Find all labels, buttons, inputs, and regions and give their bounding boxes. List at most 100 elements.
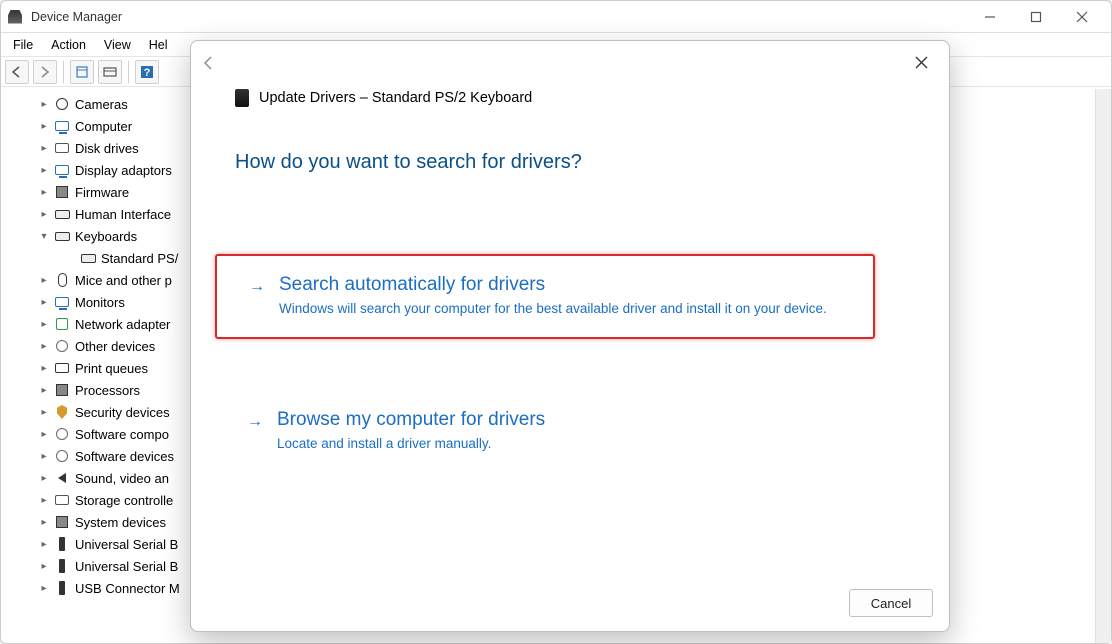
toolbar-separator xyxy=(128,61,129,83)
tree-item-label: Universal Serial B xyxy=(75,537,178,552)
close-button[interactable] xyxy=(1059,2,1105,32)
option-title: Browse my computer for drivers xyxy=(277,409,545,431)
dialog-title: Update Drivers – Standard PS/2 Keyboard xyxy=(259,90,532,106)
chevron-icon[interactable]: ▸ xyxy=(37,209,51,220)
usb-icon xyxy=(53,557,71,575)
chevron-icon[interactable]: ▾ xyxy=(37,231,51,242)
toolbar-properties-button[interactable] xyxy=(70,60,94,84)
storage-icon xyxy=(53,491,71,509)
tree-item-label: Monitors xyxy=(75,295,125,310)
chevron-icon[interactable]: ▸ xyxy=(37,319,51,330)
menu-action[interactable]: Action xyxy=(43,36,94,54)
tree-item-label: System devices xyxy=(75,515,166,530)
monitor-icon xyxy=(53,161,71,179)
printer-icon xyxy=(53,359,71,377)
chip-icon xyxy=(53,381,71,399)
chevron-icon[interactable]: ▸ xyxy=(37,99,51,110)
tree-item-label: Print queues xyxy=(75,361,148,376)
tree-item-label: Universal Serial B xyxy=(75,559,178,574)
tree-item-label: Cameras xyxy=(75,97,128,112)
tree-item-label: Standard PS/ xyxy=(101,251,178,266)
chevron-icon[interactable]: ▸ xyxy=(37,473,51,484)
keyboard-icon xyxy=(79,249,97,267)
toolbar-back-button[interactable] xyxy=(5,60,29,84)
chevron-icon[interactable]: ▸ xyxy=(37,385,51,396)
tree-item-label: Storage controlle xyxy=(75,493,173,508)
chevron-icon[interactable]: ▸ xyxy=(37,187,51,198)
chevron-icon[interactable]: ▸ xyxy=(37,561,51,572)
chevron-icon[interactable]: ▸ xyxy=(37,143,51,154)
option-description: Locate and install a driver manually. xyxy=(277,435,545,454)
vertical-scrollbar[interactable] xyxy=(1095,89,1111,643)
tree-item-label: Human Interface xyxy=(75,207,171,222)
tree-item-label: Disk drives xyxy=(75,141,139,156)
dialog-header xyxy=(191,41,949,89)
arrow-right-icon: → xyxy=(249,274,265,300)
update-drivers-dialog: Update Drivers – Standard PS/2 Keyboard … xyxy=(190,40,950,632)
chevron-icon[interactable]: ▸ xyxy=(37,517,51,528)
tree-item-label: Other devices xyxy=(75,339,155,354)
tree-item-label: Processors xyxy=(75,383,140,398)
app-icon xyxy=(7,9,23,25)
minimize-button[interactable] xyxy=(967,2,1013,32)
other-icon xyxy=(53,337,71,355)
camera-icon xyxy=(53,95,71,113)
hid-icon xyxy=(53,205,71,223)
svg-text:?: ? xyxy=(144,67,151,79)
tree-item-label: Software devices xyxy=(75,449,174,464)
tree-item-label: Display adaptors xyxy=(75,163,172,178)
dialog-footer: Cancel xyxy=(849,589,933,617)
toolbar-separator xyxy=(63,61,64,83)
arrow-right-icon: → xyxy=(247,409,263,435)
chevron-icon[interactable]: ▸ xyxy=(37,407,51,418)
option-title: Search automatically for drivers xyxy=(279,274,827,296)
tree-item-label: Computer xyxy=(75,119,132,134)
menu-file[interactable]: File xyxy=(5,36,41,54)
monitor-icon xyxy=(53,293,71,311)
system-icon xyxy=(53,513,71,531)
chevron-icon[interactable]: ▸ xyxy=(37,451,51,462)
dialog-close-button[interactable] xyxy=(901,47,941,77)
cancel-button[interactable]: Cancel xyxy=(849,589,933,617)
chevron-icon[interactable]: ▸ xyxy=(37,341,51,352)
toolbar-help-button[interactable]: ? xyxy=(135,60,159,84)
gear-icon xyxy=(53,447,71,465)
menu-help[interactable]: Hel xyxy=(141,36,176,54)
chevron-icon[interactable]: ▸ xyxy=(37,429,51,440)
tree-item-label: Security devices xyxy=(75,405,170,420)
chevron-icon[interactable]: ▸ xyxy=(37,297,51,308)
menu-view[interactable]: View xyxy=(96,36,139,54)
dialog-heading: How do you want to search for drivers? xyxy=(235,151,582,174)
option-search-automatically[interactable]: → Search automatically for drivers Windo… xyxy=(215,254,875,339)
toolbar-forward-button[interactable] xyxy=(33,60,57,84)
window-controls xyxy=(967,2,1105,32)
sound-icon xyxy=(53,469,71,487)
dialog-back-button[interactable] xyxy=(201,55,217,76)
chevron-icon[interactable]: ▸ xyxy=(37,363,51,374)
mouse-icon xyxy=(53,271,71,289)
tree-item-label: Keyboards xyxy=(75,229,137,244)
tree-item-label: Firmware xyxy=(75,185,129,200)
usb-icon xyxy=(53,535,71,553)
option-description: Windows will search your computer for th… xyxy=(279,300,827,319)
option-browse-computer[interactable]: → Browse my computer for drivers Locate … xyxy=(215,391,875,472)
monitor-icon xyxy=(53,117,71,135)
tree-item-label: Software compo xyxy=(75,427,169,442)
chevron-icon[interactable]: ▸ xyxy=(37,495,51,506)
chevron-icon[interactable]: ▸ xyxy=(37,583,51,594)
gear-icon xyxy=(53,425,71,443)
keyboard-device-icon xyxy=(235,89,249,107)
tree-item-label: Network adapter xyxy=(75,317,170,332)
chevron-icon[interactable]: ▸ xyxy=(37,165,51,176)
tree-item-label: Mice and other p xyxy=(75,273,172,288)
chevron-icon[interactable]: ▸ xyxy=(37,539,51,550)
network-icon xyxy=(53,315,71,333)
shield-icon xyxy=(53,403,71,421)
chevron-icon[interactable]: ▸ xyxy=(37,121,51,132)
toolbar-show-hidden-button[interactable] xyxy=(98,60,122,84)
chevron-icon[interactable]: ▸ xyxy=(37,275,51,286)
usb-icon xyxy=(53,579,71,597)
dialog-title-row: Update Drivers – Standard PS/2 Keyboard xyxy=(235,89,532,107)
maximize-button[interactable] xyxy=(1013,2,1059,32)
tree-item-label: Sound, video an xyxy=(75,471,169,486)
